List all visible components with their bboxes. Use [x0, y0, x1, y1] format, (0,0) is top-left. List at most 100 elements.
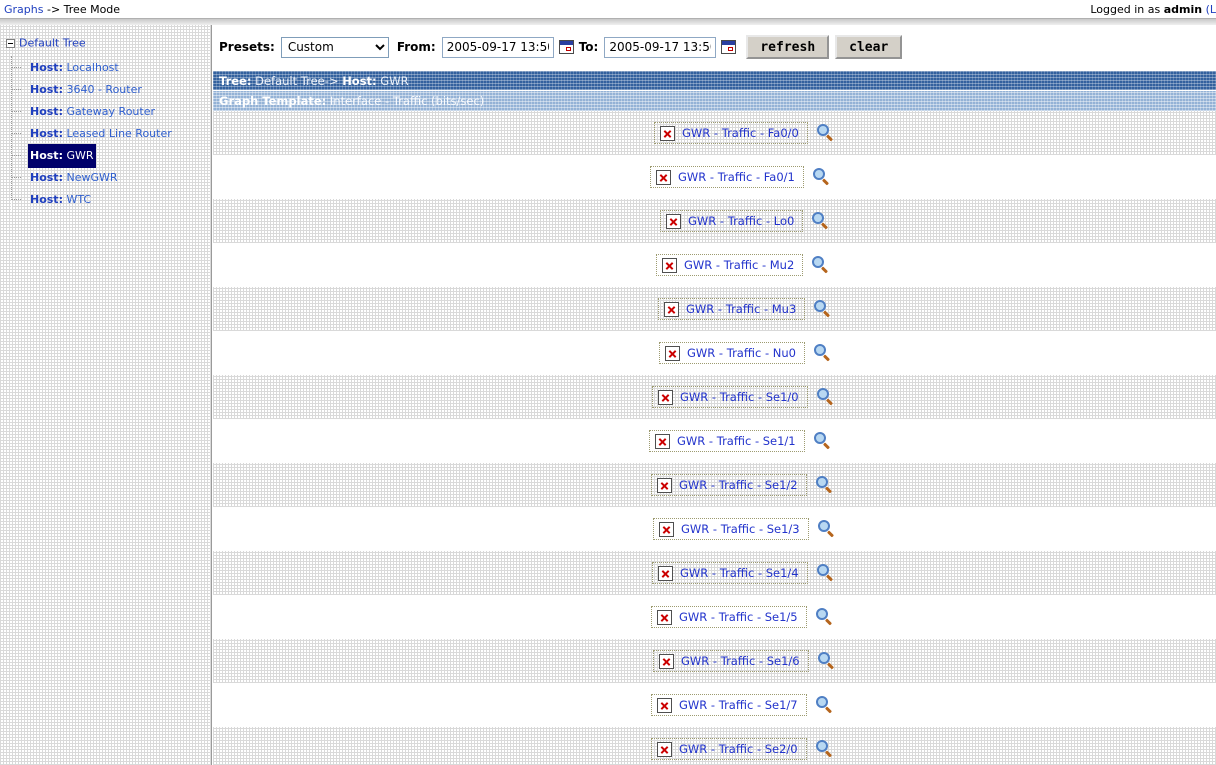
sidebar-item-leased-line-router[interactable]: Host: Leased Line Router [28, 122, 174, 146]
graph-row: GWR - Traffic - Nu0 [213, 331, 1216, 375]
to-label: To: [578, 40, 599, 54]
magnifier-icon[interactable] [813, 344, 832, 362]
sidebar-tree-panel: Default Tree Host: Localhost Host: 3640 -… [0, 25, 212, 765]
magnifier-icon[interactable] [812, 212, 830, 230]
graph-image-placeholder[interactable]: GWR - Traffic - Se1/2 [651, 474, 807, 496]
graph-image-placeholder[interactable]: GWR - Traffic - Se1/4 [652, 562, 808, 584]
graph-cell: GWR - Traffic - Fa0/0 [654, 122, 835, 144]
graph-row: GWR - Traffic - Mu2 [213, 243, 1216, 287]
magnifier-handle [822, 442, 830, 450]
sidebar-item-gwr[interactable]: Host: GWR [28, 143, 96, 168]
to-date-input[interactable] [604, 36, 717, 58]
graph-cell: GWR - Traffic - Se1/4 [652, 562, 835, 584]
graph-title: GWR - Traffic - Mu3 [686, 302, 797, 316]
magnifier-handle [826, 530, 834, 538]
magnifier-icon[interactable] [817, 520, 836, 538]
graph-title: GWR - Traffic - Mu2 [684, 258, 795, 272]
broken-image-icon [657, 697, 672, 713]
graph-title: GWR - Traffic - Fa0/0 [682, 126, 799, 140]
tree-collapse-toggle-icon[interactable] [6, 38, 15, 48]
tree-node-label: Leased Line Router [62, 126, 172, 140]
graph-image-placeholder[interactable]: GWR - Traffic - Mu3 [658, 298, 806, 320]
graph-title: GWR - Traffic - Se1/5 [679, 610, 798, 624]
graph-image-placeholder[interactable]: GWR - Traffic - Se1/7 [651, 694, 807, 716]
broken-image-icon [658, 389, 673, 405]
magnifier-handle [825, 134, 833, 142]
magnifier-icon[interactable] [815, 696, 834, 714]
magnifier-icon[interactable] [816, 124, 835, 142]
tree-node-label: GWR [62, 148, 94, 162]
clear-button[interactable]: clear [835, 35, 903, 59]
sidebar-item-gateway-router[interactable]: Host: Gateway Router [28, 100, 157, 124]
main-content: Presets: Custom From: To: refresh clear … [213, 25, 1216, 765]
from-date-input[interactable] [441, 36, 554, 58]
graph-image-placeholder[interactable]: GWR - Traffic - Se1/5 [651, 606, 807, 628]
broken-image-icon [660, 125, 675, 141]
sidebar-item-wtc[interactable]: Host: WTC [28, 188, 93, 212]
magnifier-icon[interactable] [817, 652, 836, 670]
graph-image-placeholder[interactable]: GWR - Traffic - Se1/1 [649, 430, 805, 452]
magnifier-icon[interactable] [816, 388, 835, 406]
graph-cell: GWR - Traffic - Se1/3 [653, 518, 836, 540]
breadcrumb-graphs-link[interactable]: Graphs [4, 3, 43, 16]
presets-select[interactable]: Custom [280, 36, 389, 58]
magnifier-icon[interactable] [815, 740, 834, 758]
magnifier-icon[interactable] [815, 608, 834, 626]
graph-image-placeholder[interactable]: GWR - Traffic - Nu0 [659, 342, 805, 364]
magnifier-icon[interactable] [812, 256, 830, 274]
magnifier-icon[interactable] [812, 168, 831, 186]
graph-image-placeholder[interactable]: GWR - Traffic - Se1/6 [653, 650, 809, 672]
graph-image-placeholder[interactable]: GWR - Traffic - Se1/0 [652, 386, 808, 408]
sidebar-item-newgwr[interactable]: Host: NewGWR [28, 166, 120, 190]
to-calendar-icon[interactable] [721, 40, 737, 54]
tree-node-key: Host: [30, 170, 63, 184]
graph-row: GWR - Traffic - Se1/2 [213, 463, 1216, 507]
tree-bar-value: Default Tree-> [251, 74, 343, 88]
graph-cell: GWR - Traffic - Lo0 [660, 210, 830, 232]
graph-cell: GWR - Traffic - Fa0/1 [650, 166, 831, 188]
breadcrumb-current: Tree Mode [63, 3, 121, 16]
graph-template-bar: Graph Template: Interface - Traffic (bit… [213, 91, 1216, 111]
graph-image-placeholder[interactable]: GWR - Traffic - Lo0 [660, 210, 804, 232]
graph-cell: GWR - Traffic - Se1/2 [651, 474, 834, 496]
tree-node-label: WTC [62, 192, 92, 206]
tree-node-key: Host: [30, 148, 63, 162]
broken-image-icon [664, 301, 679, 317]
tree-node: Host: WTC [11, 188, 211, 212]
sidebar-item-localhost[interactable]: Host: Localhost [28, 56, 121, 80]
magnifier-handle [825, 398, 833, 406]
tree-node-key: Host: [30, 82, 63, 96]
tree-bar-host-value: GWR [376, 74, 409, 88]
from-calendar-icon[interactable] [558, 40, 574, 54]
tree-node-key: Host: [30, 126, 63, 140]
broken-image-icon [658, 565, 673, 581]
graph-title: GWR - Traffic - Nu0 [687, 346, 796, 360]
tree-breadcrumb-bar: Tree: Default Tree-> Host: GWR [213, 71, 1216, 91]
tree-node: Host: NewGWR [12, 166, 211, 188]
header-bars: Tree: Default Tree-> Host: GWR Graph Tem… [213, 71, 1216, 111]
magnifier-icon[interactable] [815, 476, 834, 494]
tree-node: Host: Gateway Router [12, 100, 211, 122]
graph-image-placeholder[interactable]: GWR - Traffic - Fa0/1 [650, 166, 804, 188]
magnifier-icon[interactable] [814, 300, 832, 318]
graph-image-placeholder[interactable]: GWR - Traffic - Mu2 [656, 254, 804, 276]
graph-title: GWR - Traffic - Se1/6 [681, 654, 800, 668]
graph-cell: GWR - Traffic - Se1/0 [652, 386, 835, 408]
graph-row: GWR - Traffic - Lo0 [213, 199, 1216, 243]
breadcrumb: Graphs -> Tree Mode [4, 3, 120, 16]
sidebar-item-3640-router[interactable]: Host: 3640 - Router [28, 78, 144, 102]
tree-root-label[interactable]: Default Tree [19, 37, 86, 50]
graph-title: GWR - Traffic - Se1/4 [680, 566, 799, 580]
refresh-button[interactable]: refresh [746, 35, 830, 59]
graph-image-placeholder[interactable]: GWR - Traffic - Fa0/0 [654, 122, 808, 144]
magnifier-icon[interactable] [816, 564, 835, 582]
tree-node-label: 3640 - Router [62, 82, 142, 96]
broken-image-icon [657, 477, 672, 493]
graph-row: GWR - Traffic - Se1/1 [213, 419, 1216, 463]
graph-image-placeholder[interactable]: GWR - Traffic - Se2/0 [651, 738, 807, 760]
graph-image-placeholder[interactable]: GWR - Traffic - Se1/3 [653, 518, 809, 540]
magnifier-handle [826, 662, 834, 670]
magnifier-icon[interactable] [813, 432, 832, 450]
tree-node-key: Host: [30, 104, 63, 118]
logout-link[interactable]: (L [1202, 3, 1216, 16]
